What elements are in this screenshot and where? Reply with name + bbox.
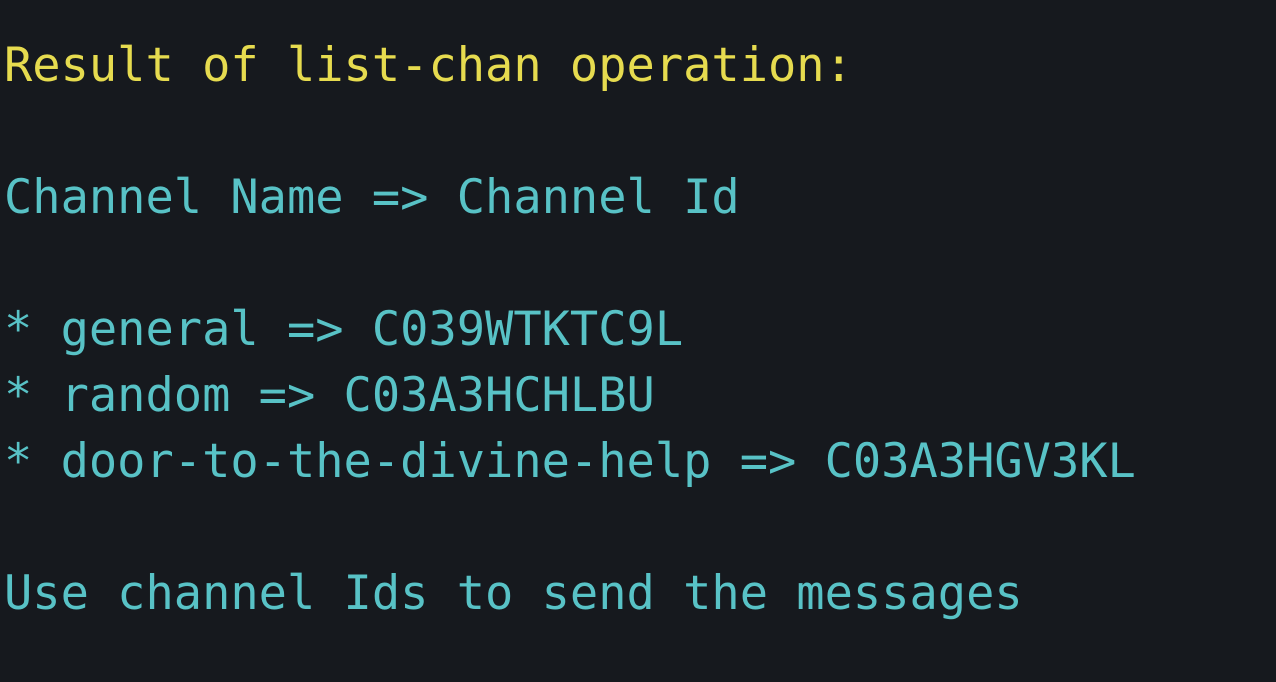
channel-list-item-door-to-the-divine-help: * door-to-the-divine-help => C03A3HGV3KL bbox=[4, 434, 1136, 489]
channel-table-header: Channel Name => Channel Id bbox=[4, 170, 740, 225]
channel-list-item-random: * random => C03A3HCHLBU bbox=[4, 368, 655, 423]
result-header: Result of list-chan operation: bbox=[4, 38, 853, 93]
footer-hint: Use channel Ids to send the messages bbox=[4, 566, 1023, 621]
terminal-output: Result of list-chan operation: Channel N… bbox=[0, 0, 1276, 682]
channel-list-item-general: * general => C039WTKTC9L bbox=[4, 302, 684, 357]
